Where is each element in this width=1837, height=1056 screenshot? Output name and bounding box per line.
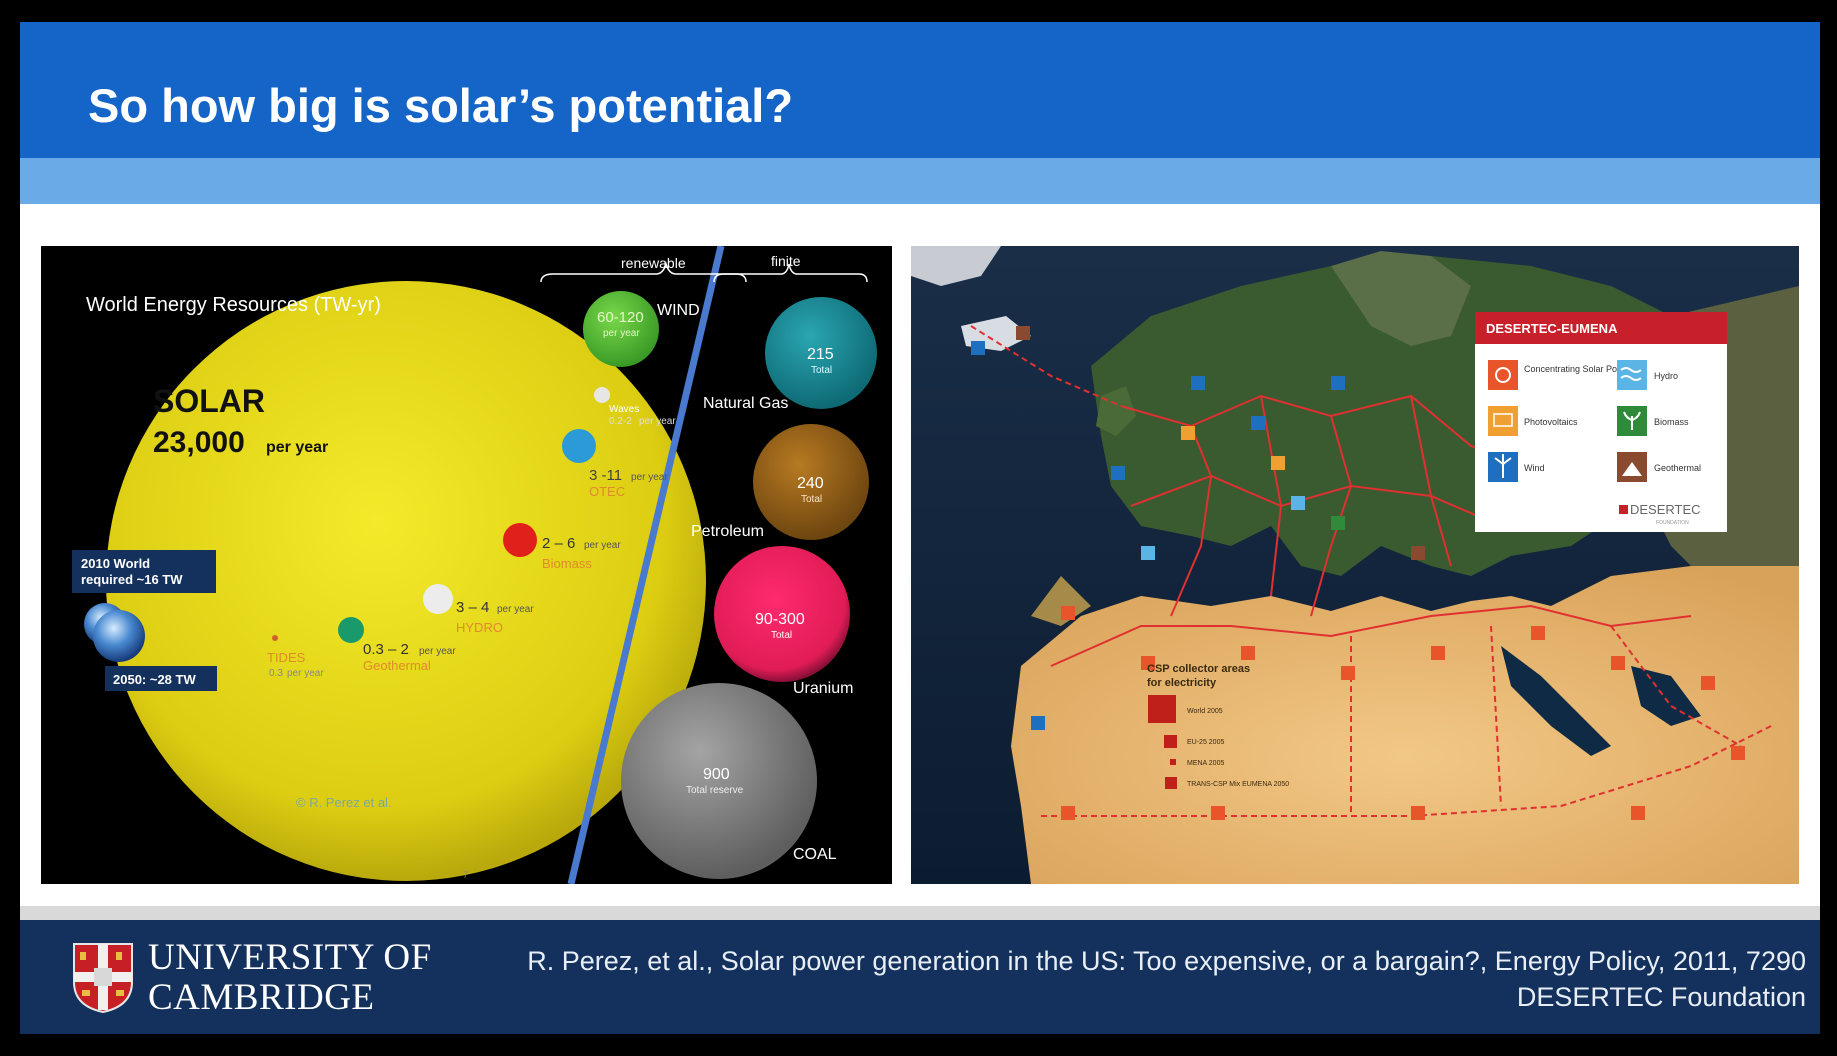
footer-divider xyxy=(20,906,1820,920)
csp-item-mena: MENA 2005 xyxy=(1187,760,1224,767)
tides-name: TIDES xyxy=(267,650,306,665)
university-line1: UNIVERSITY OF xyxy=(148,937,432,978)
hydro-unit: per year xyxy=(497,604,534,615)
uranium-unit: Total xyxy=(771,630,792,641)
tides-unit: per year xyxy=(287,668,324,679)
otec-value: 3 -11 xyxy=(589,467,622,484)
map-svg: CSP collector areas for electricity Worl… xyxy=(911,246,1799,884)
slide: So how big is solar’s potential? renewab… xyxy=(20,22,1820,1034)
csp-item-eu: EU-25 2005 xyxy=(1187,739,1224,746)
hydro-name: HYDRO xyxy=(456,620,503,635)
citation-desertec: DESERTEC Foundation xyxy=(1516,982,1806,1012)
world-2010-line2: required ~16 TW xyxy=(81,572,183,587)
solar-unit: per year xyxy=(266,439,328,456)
tides-value: 0.3 xyxy=(269,668,283,679)
natural-gas-value: 215 xyxy=(807,346,834,363)
slide-title: So how big is solar’s potential? xyxy=(88,79,794,132)
legend-hydro-label: Hydro xyxy=(1654,371,1678,381)
biomass-value: 2 – 6 xyxy=(542,535,575,552)
waves-value: 0.2-2 xyxy=(609,416,632,427)
natural-gas-unit: Total xyxy=(811,365,832,376)
legend-csp-label: Concentrating Solar Power xyxy=(1524,364,1632,374)
world-2010-line1: 2010 World xyxy=(81,556,150,571)
wind-name: WIND xyxy=(657,302,700,319)
energy-resources-diagram: renewable finite World Energy Resources … xyxy=(41,246,892,884)
earth-2050-icon xyxy=(93,610,145,662)
solar-name: SOLAR xyxy=(153,383,265,419)
finite-label: finite xyxy=(771,253,801,269)
solar-panel-icon xyxy=(1488,406,1518,436)
legend-wind-label: Wind xyxy=(1524,463,1545,473)
waves-unit: per year xyxy=(639,416,676,427)
page-number: 7 xyxy=(463,870,468,880)
petroleum-value: 240 xyxy=(797,475,824,492)
biomass-bubble xyxy=(503,523,537,557)
tides-bubble xyxy=(272,635,278,641)
uranium-value: 90-300 xyxy=(755,611,805,628)
geothermal-name: Geothermal xyxy=(363,658,431,673)
petroleum-name: Petroleum xyxy=(691,523,764,540)
legend-title: DESERTEC-EUMENA xyxy=(1486,321,1618,336)
legend-pv-label: Photovoltaics xyxy=(1524,417,1578,427)
coal-name: COAL xyxy=(793,846,837,863)
legend-geothermal-label: Geothermal xyxy=(1654,463,1701,473)
csp-world-square xyxy=(1148,695,1176,723)
otec-bubble xyxy=(562,429,596,463)
desertec-legend: DESERTEC-EUMENA Concentrating Solar Powe… xyxy=(1475,312,1727,532)
uranium-name: Uranium xyxy=(793,680,853,697)
sun-icon xyxy=(1488,360,1518,390)
coal-value: 900 xyxy=(703,766,730,783)
biomass-name: Biomass xyxy=(542,556,592,571)
chart-credit: © R. Perez et al. xyxy=(296,795,392,810)
waves-icon xyxy=(1617,360,1647,390)
geothermal-value: 0.3 – 2 xyxy=(363,641,409,658)
geothermal-unit: per year xyxy=(419,646,456,657)
hydro-bubble xyxy=(423,584,453,614)
waves-name: Waves xyxy=(609,404,639,415)
wind-value: 60-120 xyxy=(597,309,644,326)
legend-biomass-label: Biomass xyxy=(1654,417,1689,427)
solar-value: 23,000 xyxy=(153,426,245,459)
africa-middle-east-desert xyxy=(1011,566,1799,884)
otec-unit: per year xyxy=(631,472,668,483)
title-subbar xyxy=(20,158,1820,204)
csp-subtitle: for electricity xyxy=(1147,677,1217,689)
coal-unit: Total reserve xyxy=(686,785,744,796)
petroleum-unit: Total xyxy=(801,494,822,505)
renewable-label: renewable xyxy=(621,255,686,271)
legend-brand-sub: FOUNDATION xyxy=(1656,520,1689,526)
csp-mena-square xyxy=(1170,759,1176,765)
world-2050-label: 2050: ~28 TW xyxy=(113,672,196,687)
university-line2: CAMBRIDGE xyxy=(148,977,375,1018)
geothermal-bubble xyxy=(338,617,364,643)
otec-name: OTEC xyxy=(589,484,625,499)
wind-unit: per year xyxy=(603,328,640,339)
hydro-value: 3 – 4 xyxy=(456,599,489,616)
citation-perez: R. Perez, et al., Solar power generation… xyxy=(527,946,1806,976)
csp-item-trans: TRANS-CSP Mix EUMENA 2050 xyxy=(1187,781,1289,788)
chart-title: World Energy Resources (TW-yr) xyxy=(86,294,381,316)
legend-brand: DESERTEC xyxy=(1630,502,1701,517)
csp-eu-square xyxy=(1164,735,1177,748)
footer: UNIVERSITY OF CAMBRIDGE R. Perez, et al.… xyxy=(20,920,1820,1034)
biomass-unit: per year xyxy=(584,540,621,551)
natural-gas-name: Natural Gas xyxy=(703,395,788,412)
university-wordmark: UNIVERSITY OF CAMBRIDGE xyxy=(148,938,432,1018)
desertec-logo-mark xyxy=(1619,505,1628,514)
csp-title: CSP collector areas xyxy=(1147,663,1250,675)
csp-item-world: World 2005 xyxy=(1187,708,1223,715)
desertec-map: CSP collector areas for electricity Worl… xyxy=(911,246,1799,884)
cambridge-crest-icon xyxy=(73,943,133,1014)
csp-trans-square xyxy=(1165,777,1177,789)
waves-bubble xyxy=(594,387,610,403)
title-bar: So how big is solar’s potential? xyxy=(20,22,1820,158)
energy-diagram-svg: renewable finite World Energy Resources … xyxy=(72,246,877,884)
